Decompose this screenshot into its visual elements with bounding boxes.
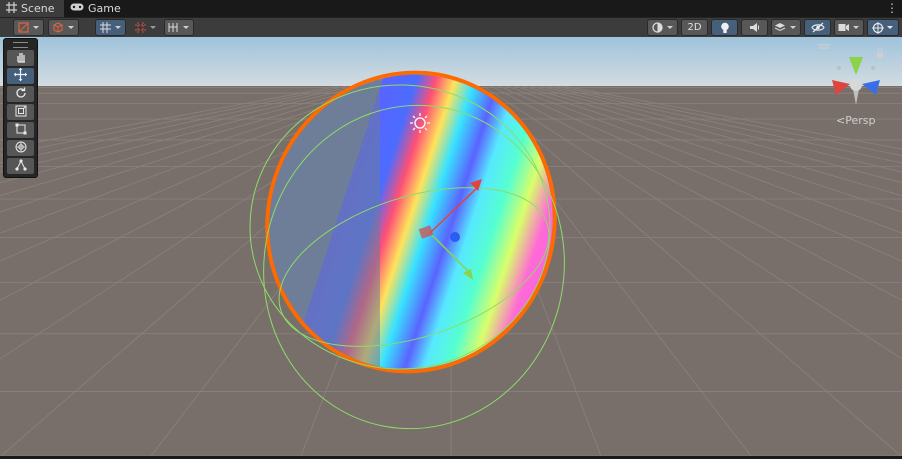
gamepad-icon [70,2,84,15]
cube-icon [52,22,75,33]
tab-scene[interactable]: Scene [0,0,64,17]
hash-grid-icon [6,1,17,16]
lightbulb-icon [720,22,730,34]
scene-toolbar: 2D [0,17,902,37]
draw-mode-dropdown[interactable] [13,19,44,36]
view-tool-button[interactable] [7,50,34,66]
scale-icon [15,105,27,120]
effects-dropdown[interactable] [771,19,801,36]
increment-snap-dropdown[interactable] [130,19,161,36]
camera-icon [838,22,860,33]
render-mode-dropdown[interactable] [647,19,678,36]
tab-game[interactable]: Game [64,0,128,17]
scene-viewport[interactable]: <Persp [0,37,902,456]
more-options-icon[interactable]: ⋮ [886,1,898,15]
grid-visibility-dropdown[interactable] [164,19,194,36]
camera-settings-dropdown[interactable] [834,19,864,36]
custom-tool-icon [14,158,27,174]
scene-canvas[interactable] [0,37,902,456]
drag-handle-icon[interactable] [13,42,28,48]
transform-tool-button[interactable] [7,140,34,156]
tab-game-label: Game [88,2,121,15]
hidden-eye-icon [810,22,825,33]
audio-toggle-button[interactable] [741,19,768,36]
grid-snap-icon [99,22,122,33]
rect-transform-icon [15,123,27,138]
shading-dropdown[interactable] [48,19,79,36]
shaded-sphere-icon [651,22,674,33]
rect-tool-button[interactable] [7,122,34,138]
z-axis-handle[interactable] [450,232,460,242]
move-arrows-icon [14,68,27,84]
gizmos-dropdown[interactable] [867,19,899,36]
gizmos-icon [872,21,894,34]
2d-toggle-button[interactable]: 2D [681,19,708,36]
grid-snap-toggle[interactable] [95,19,126,36]
move-tool-button[interactable] [7,68,34,84]
rotate-tool-button[interactable] [7,86,34,102]
scale-tool-button[interactable] [7,104,34,120]
gizmo-center-cube[interactable] [850,79,862,91]
transform-icon [15,141,27,156]
tab-scene-label: Scene [21,2,55,15]
rotate-icon [15,87,27,102]
layers-icon [775,22,797,33]
2d-toggle-label: 2D [687,22,702,33]
tab-bar: Scene Game ⋮ [0,0,902,17]
lighting-toggle-button[interactable] [711,19,738,36]
scene-visibility-toggle[interactable] [804,19,831,36]
draw-mode-icon [17,22,40,33]
projection-toggle[interactable]: <Persp [836,114,875,127]
hand-icon [15,51,27,66]
grid-visibility-icon [168,22,190,33]
increment-snap-icon [134,22,157,33]
tools-overlay [3,38,38,178]
speaker-icon [749,22,761,33]
custom-tool-button[interactable] [7,158,34,174]
projection-prefix: < [836,114,846,127]
projection-label: Persp [845,114,876,127]
